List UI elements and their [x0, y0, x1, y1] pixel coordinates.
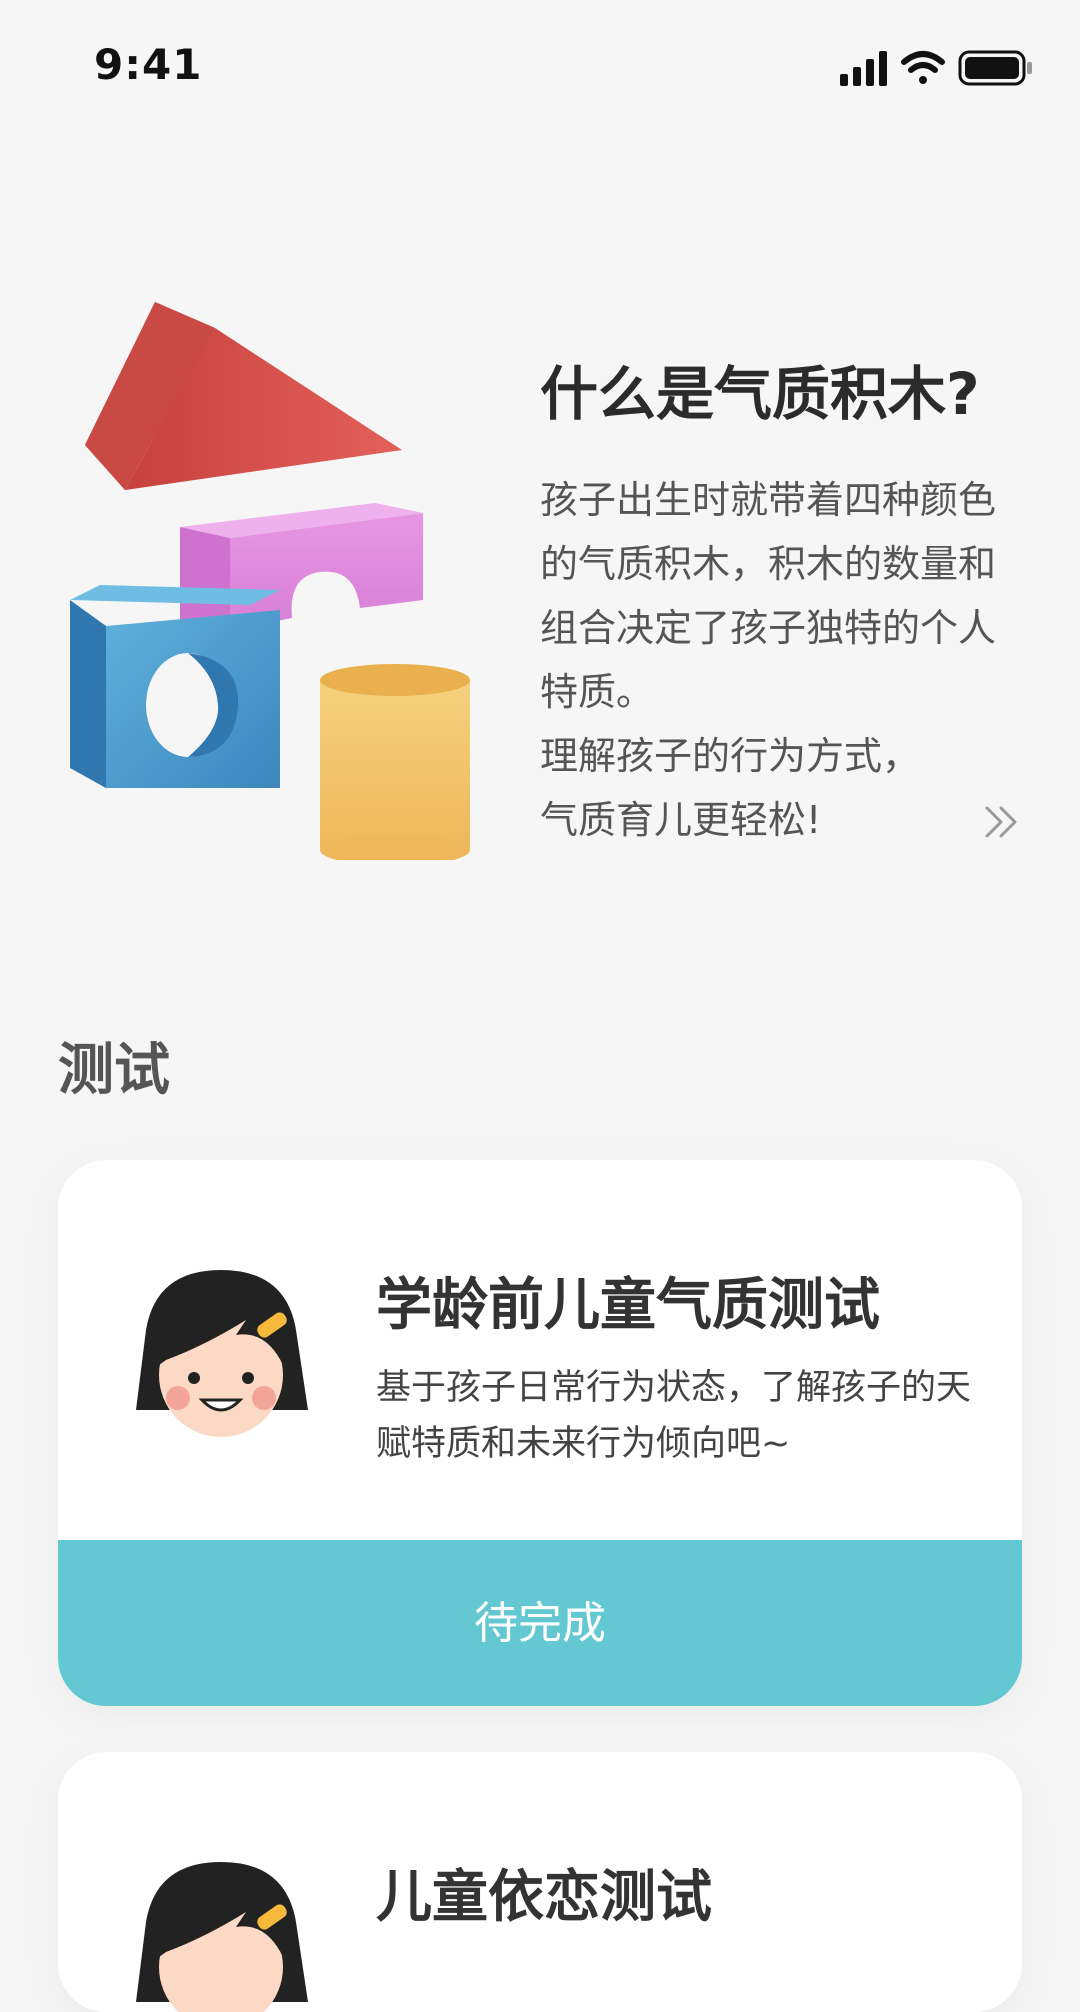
intro-description-line: 的气质积木，积木的数量和 [540, 541, 997, 586]
card-description: 基于孩子日常行为状态，了解孩子的天赋特质和未来行为倾向吧~ [376, 1368, 972, 1464]
girl-avatar-icon [136, 1862, 308, 2012]
double-chevron-right-icon[interactable] [981, 800, 1025, 844]
blue-cube-block [70, 585, 280, 788]
cellular-signal-icon [840, 51, 887, 86]
red-triangle-block [85, 302, 402, 490]
intro-description-line: 孩子出生时就带着四种颜色 [540, 477, 997, 522]
intro-title: 什么是气质积木? [540, 360, 980, 428]
tests-section-title: 测试 [58, 1038, 170, 1103]
intro-description-line: 特质。 [540, 669, 655, 714]
girl-avatar-icon [136, 1270, 308, 1437]
status-time: 9:41 [94, 40, 203, 89]
battery-icon [958, 50, 1032, 86]
card-title: 儿童依恋测试 [376, 1865, 712, 1930]
intro-text: 什么是气质积木? 孩子出生时就带着四种颜色 的气质积木，积木的数量和 组合决定了… [540, 360, 1040, 852]
intro-description-line: 理解孩子的行为方式， [540, 733, 921, 778]
test-card-child-attachment[interactable]: 儿童依恋测试 [58, 1752, 1022, 2012]
temperament-blocks-intro[interactable]: 什么是气质积木? 孩子出生时就带着四种颜色 的气质积木，积木的数量和 组合决定了… [0, 290, 1080, 860]
yellow-cylinder-block [320, 664, 470, 860]
card-title: 学龄前儿童气质测试 [376, 1273, 880, 1338]
wifi-icon [901, 51, 945, 84]
intro-description: 孩子出生时就带着四种颜色 的气质积木，积木的数量和 组合决定了孩子独特的个人 特… [540, 468, 1040, 852]
status-icons [840, 48, 1040, 88]
test-card-preschool-temperament[interactable]: 学龄前儿童气质测试 基于孩子日常行为状态，了解孩子的天赋特质和未来行为倾向吧~ … [58, 1160, 1022, 1706]
pink-arch-block [180, 503, 423, 630]
status-bar: 9:41 [0, 0, 1080, 132]
intro-description-line: 组合决定了孩子独特的个人 [540, 605, 997, 650]
building-blocks-illustration [70, 302, 470, 860]
pending-button[interactable]: 待完成 [58, 1540, 1022, 1706]
intro-description-line: 气质育儿更轻松! [540, 797, 822, 842]
